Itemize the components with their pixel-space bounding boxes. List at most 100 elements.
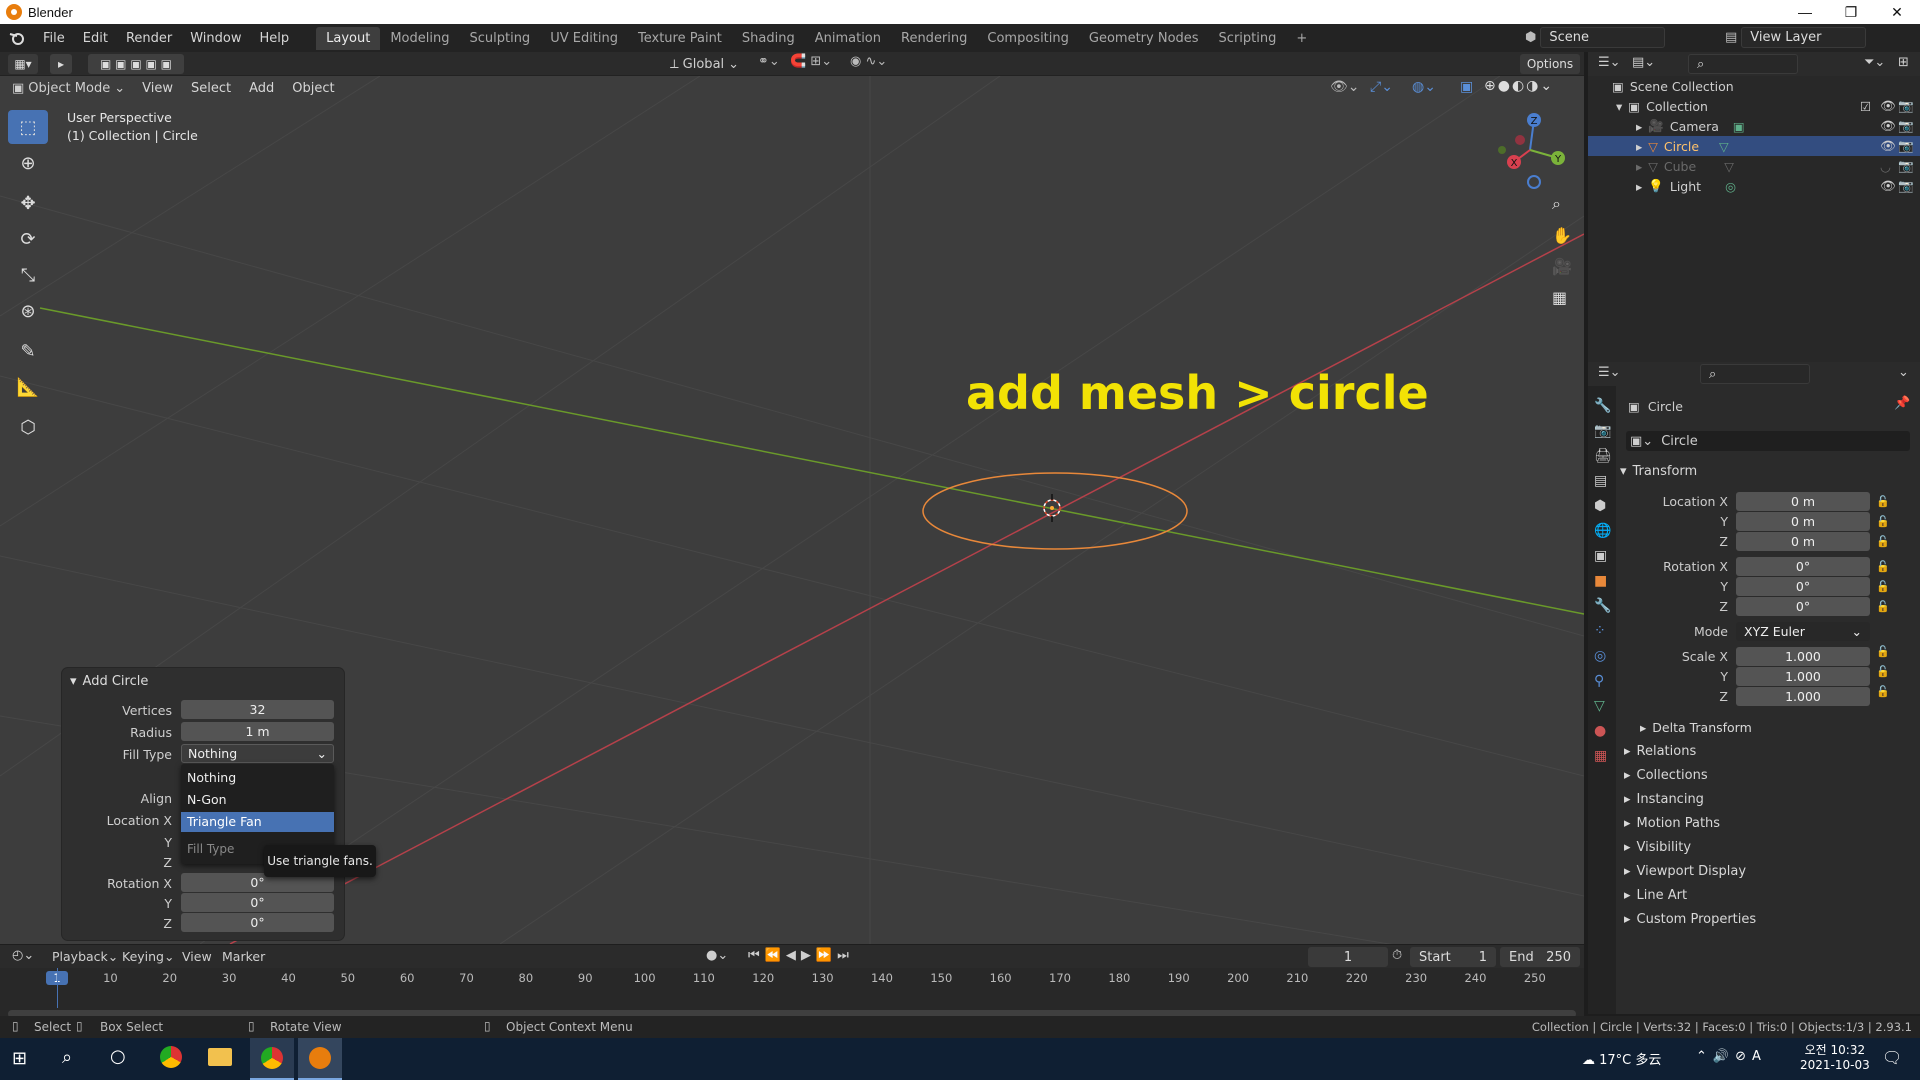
visibility-icon[interactable]: 👁⌄ [1330, 79, 1360, 95]
outliner-search-input[interactable]: ⌕ [1688, 54, 1798, 74]
chrome-active-icon[interactable] [250, 1038, 294, 1080]
snap-icon[interactable]: 🧲 ⊞⌄ [790, 54, 832, 69]
rotation-y-field[interactable]: 0° [1736, 577, 1870, 596]
scale-tool-icon[interactable]: ⤡ [8, 258, 48, 292]
tab-geometry-nodes[interactable]: Geometry Nodes [1079, 27, 1209, 50]
viewport-menu-add[interactable]: Add [240, 81, 283, 96]
select-tool-icon[interactable]: ▸ [50, 54, 72, 74]
minimize-button[interactable]: — [1782, 0, 1828, 24]
perspective-toggle-icon[interactable]: ▦ [1552, 288, 1572, 307]
lock-icon[interactable]: 🔓 [1876, 577, 1890, 597]
chrome-icon[interactable] [160, 1046, 182, 1068]
record-icon[interactable]: ●⌄ [706, 948, 728, 963]
fill-option-ngon[interactable]: N-Gon [187, 792, 227, 807]
checkbox-icon[interactable]: ☑ [1860, 99, 1871, 114]
overlay-icon[interactable]: ◍⌄ [1412, 79, 1436, 95]
outliner-editor-type-icon[interactable]: ☰⌄ [1598, 55, 1621, 70]
fill-option-nothing[interactable]: Nothing [187, 770, 236, 785]
timeline-menu-keying[interactable]: Keying⌄ [122, 949, 174, 964]
section-instancing[interactable]: ▸ Instancing [1624, 788, 1704, 810]
rotation-mode-dropdown[interactable]: XYZ Euler ⌄ [1736, 622, 1870, 641]
tab-shading[interactable]: Shading [732, 27, 805, 50]
maximize-button[interactable]: ❐ [1828, 0, 1874, 24]
section-collections[interactable]: ▸ Collections [1624, 764, 1708, 786]
operator-panel-header[interactable]: ▾ Add Circle [70, 674, 148, 689]
lock-icon[interactable]: 🔓 [1876, 492, 1890, 512]
cortana-icon[interactable]: ○ [110, 1046, 126, 1067]
object-name-field[interactable]: ▣⌄ Circle [1626, 431, 1910, 451]
location-z-field[interactable]: 0 m [1736, 532, 1870, 551]
windows-start-icon[interactable]: ⊞ [12, 1048, 27, 1069]
tab-compositing[interactable]: Compositing [977, 27, 1079, 50]
section-custom-properties[interactable]: ▸ Custom Properties [1624, 908, 1756, 930]
lock-icon[interactable]: 🔓 [1876, 642, 1890, 662]
section-motion-paths[interactable]: ▸ Motion Paths [1624, 812, 1720, 834]
material-tab-icon[interactable]: ● [1594, 723, 1612, 739]
scale-y-field[interactable]: 1.000 [1736, 667, 1870, 686]
chevron-down-icon[interactable]: ⌄ [1898, 365, 1909, 380]
zoom-icon[interactable]: ⌕ [1552, 194, 1572, 214]
menu-edit[interactable]: Edit [74, 31, 117, 46]
tab-uv-editing[interactable]: UV Editing [540, 27, 628, 50]
location-y-field[interactable]: 0 m [1736, 512, 1870, 531]
gizmo-icon[interactable]: ⤢⌄ [1370, 79, 1393, 95]
fill-option-triangle-fan[interactable]: Triangle Fan [181, 812, 334, 832]
object-data-dropdown-icon[interactable]: ▣⌄ [1630, 434, 1653, 449]
tab-sculpting[interactable]: Sculpting [459, 27, 540, 50]
view-layer-tab-icon[interactable]: ▤ [1594, 473, 1612, 489]
viewport-menu-view[interactable]: View [133, 81, 182, 96]
timeline-menu-view[interactable]: View [182, 949, 212, 964]
render-tab-icon[interactable]: 📷 [1594, 423, 1612, 439]
close-button[interactable]: ✕ [1874, 0, 1920, 24]
pivot-icon[interactable]: ⚭⌄ [758, 54, 780, 69]
scene-selector[interactable]: ⬢ Scene [1525, 27, 1666, 48]
camera-render-icon[interactable]: 📷 [1898, 178, 1914, 194]
viewport-menu-select[interactable]: Select [182, 81, 240, 96]
timeline-menu-playback[interactable]: Playback⌄ [52, 949, 118, 964]
viewport-menu-object[interactable]: Object [283, 81, 343, 96]
end-frame-field[interactable]: End 250 [1500, 947, 1580, 967]
new-collection-icon[interactable]: ⊞ [1898, 55, 1909, 70]
annotate-tool-icon[interactable]: ✎ [8, 334, 48, 368]
section-visibility[interactable]: ▸ Visibility [1624, 836, 1691, 858]
blender-taskbar-icon[interactable] [298, 1038, 342, 1080]
display-mode-icon[interactable]: ▤⌄ [1632, 55, 1655, 70]
add-workspace-button[interactable]: + [1286, 27, 1317, 50]
outliner-item-camera[interactable]: ▸ 🎥 Camera ▣ 👁 📷 [1636, 116, 1920, 136]
vertices-field[interactable]: 32 [181, 700, 334, 719]
menu-render[interactable]: Render [117, 31, 181, 46]
blender-menu-icon[interactable] [0, 30, 34, 46]
outliner-scene-collection[interactable]: ▣ Scene Collection [1612, 76, 1734, 96]
clock-icon[interactable]: ◴⌄ [12, 948, 34, 963]
select-box-tool-icon[interactable]: ⬚ [8, 110, 48, 144]
lock-icon[interactable]: 🔓 [1876, 597, 1890, 617]
object-mode-dropdown[interactable]: ▣ Object Mode ⌄ [12, 81, 125, 96]
eye-icon[interactable]: 👁 [1880, 118, 1896, 134]
camera-render-icon[interactable]: 📷 [1898, 98, 1914, 114]
tab-scripting[interactable]: Scripting [1209, 27, 1287, 50]
options-dropdown[interactable]: Options [1520, 54, 1580, 74]
delta-transform-header[interactable]: ▸ Delta Transform [1640, 716, 1752, 738]
tool-tab-icon[interactable]: 🔧 [1594, 398, 1612, 414]
navigation-gizmo[interactable]: Z Y X [1490, 110, 1570, 190]
search-icon[interactable]: ⌕ [62, 1047, 72, 1068]
scale-z-field[interactable]: 1.000 [1736, 687, 1870, 706]
outliner-item-light[interactable]: ▸ 💡 Light ◎ 👁 📷 [1636, 176, 1920, 196]
lock-icon[interactable]: 🔓 [1876, 557, 1890, 577]
editor-type-button[interactable]: ▦▾ [8, 54, 38, 74]
properties-editor-type-icon[interactable]: ☰⌄ [1598, 365, 1621, 380]
camera-render-icon[interactable]: 📷 [1898, 118, 1914, 134]
pin-icon[interactable]: 📌 [1894, 396, 1910, 411]
menu-help[interactable]: Help [251, 31, 299, 46]
eye-icon[interactable]: 👁 [1880, 178, 1896, 194]
tab-rendering[interactable]: Rendering [891, 27, 977, 50]
move-tool-icon[interactable]: ✥ [8, 186, 48, 220]
tab-modeling[interactable]: Modeling [380, 27, 459, 50]
current-frame-field[interactable]: 1 [1308, 947, 1388, 967]
lock-icon[interactable]: 🔓 [1876, 532, 1890, 552]
section-relations[interactable]: ▸ Relations [1624, 740, 1696, 762]
view-layer-selector[interactable]: ▤ View Layer [1725, 27, 1867, 48]
clock[interactable]: 오전 10:32 2021-10-03 [1800, 1041, 1870, 1072]
section-line-art[interactable]: ▸ Line Art [1624, 884, 1687, 906]
view-layer-field[interactable]: View Layer [1741, 27, 1867, 48]
